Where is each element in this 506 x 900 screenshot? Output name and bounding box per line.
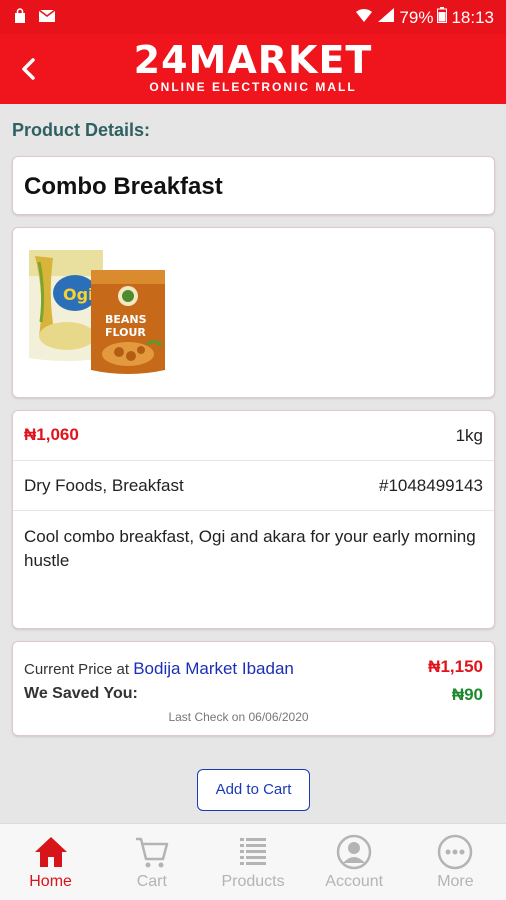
status-bar: 79% 18:13 bbox=[0, 0, 506, 34]
nav-account[interactable]: Account bbox=[304, 824, 405, 900]
current-price-line: Current Price at Bodija Market Ibadan bbox=[24, 659, 294, 679]
home-icon bbox=[34, 837, 67, 867]
last-check-date: Last Check on 06/06/2020 bbox=[168, 710, 309, 724]
brand-logo: 24MARKET ONLINE ELECTRONIC MALL bbox=[0, 40, 506, 94]
mail-icon bbox=[38, 8, 56, 29]
signal-icon bbox=[377, 7, 395, 28]
market-name-link[interactable]: Bodija Market Ibadan bbox=[133, 659, 294, 678]
product-name: Combo Breakfast bbox=[24, 173, 223, 200]
svg-text:BEANS: BEANS bbox=[105, 313, 147, 326]
account-icon bbox=[336, 834, 372, 870]
section-title: Product Details: bbox=[12, 120, 151, 140]
nav-products[interactable]: Products bbox=[202, 824, 303, 900]
nav-home-label: Home bbox=[29, 873, 72, 890]
svg-text:FLOUR: FLOUR bbox=[105, 326, 146, 339]
product-title-card: Combo Breakfast bbox=[12, 156, 495, 215]
brand-subtitle: ONLINE ELECTRONIC MALL bbox=[149, 80, 357, 94]
nav-cart[interactable]: Cart bbox=[101, 824, 202, 900]
add-to-cart-button[interactable]: Add to Cart bbox=[197, 769, 310, 811]
battery-icon bbox=[437, 7, 448, 28]
product-image[interactable]: Ogi BEANS FLOUR bbox=[27, 248, 167, 380]
cart-icon bbox=[135, 837, 169, 868]
nav-products-label: Products bbox=[221, 873, 285, 890]
wifi-icon bbox=[355, 7, 373, 28]
product-description: Cool combo breakfast, Ogi and akara for … bbox=[24, 527, 476, 570]
svg-text:Ogi: Ogi bbox=[63, 285, 94, 304]
current-price-label: Current Price at bbox=[24, 661, 130, 678]
price-row: ₦1,060 1kg bbox=[13, 411, 494, 461]
product-info-card: ₦1,060 1kg Dry Foods, Breakfast #1048499… bbox=[12, 410, 495, 629]
saved-label: We Saved You: bbox=[24, 685, 138, 702]
category-row: Dry Foods, Breakfast #1048499143 bbox=[13, 461, 494, 511]
product-image-card: Ogi BEANS FLOUR bbox=[12, 227, 495, 398]
app-bar: 24MARKET ONLINE ELECTRONIC MALL bbox=[0, 34, 506, 104]
nav-home[interactable]: Home bbox=[0, 824, 101, 900]
product-price: ₦1,060 bbox=[24, 425, 79, 444]
nav-cart-label: Cart bbox=[136, 873, 167, 890]
brand-title: 24MARKET bbox=[133, 38, 373, 82]
product-weight: 1kg bbox=[455, 426, 483, 445]
product-category: Dry Foods, Breakfast bbox=[24, 476, 184, 495]
list-icon bbox=[240, 838, 266, 865]
nav-account-label: Account bbox=[325, 873, 384, 890]
status-time: 18:13 bbox=[451, 7, 494, 27]
shopping-bag-icon bbox=[12, 8, 28, 29]
more-icon bbox=[438, 834, 473, 870]
nav-more[interactable]: More bbox=[405, 824, 506, 900]
product-sku: #1048499143 bbox=[378, 476, 483, 495]
market-price-card: Current Price at Bodija Market Ibadan ₦1… bbox=[12, 641, 495, 736]
saved-amount: ₦90 bbox=[451, 685, 483, 704]
market-current-price: ₦1,150 bbox=[428, 657, 483, 676]
bottom-navigation: Home Cart Products Account More bbox=[0, 823, 506, 900]
battery-percent: 79% bbox=[399, 7, 434, 27]
nav-more-label: More bbox=[437, 873, 474, 890]
